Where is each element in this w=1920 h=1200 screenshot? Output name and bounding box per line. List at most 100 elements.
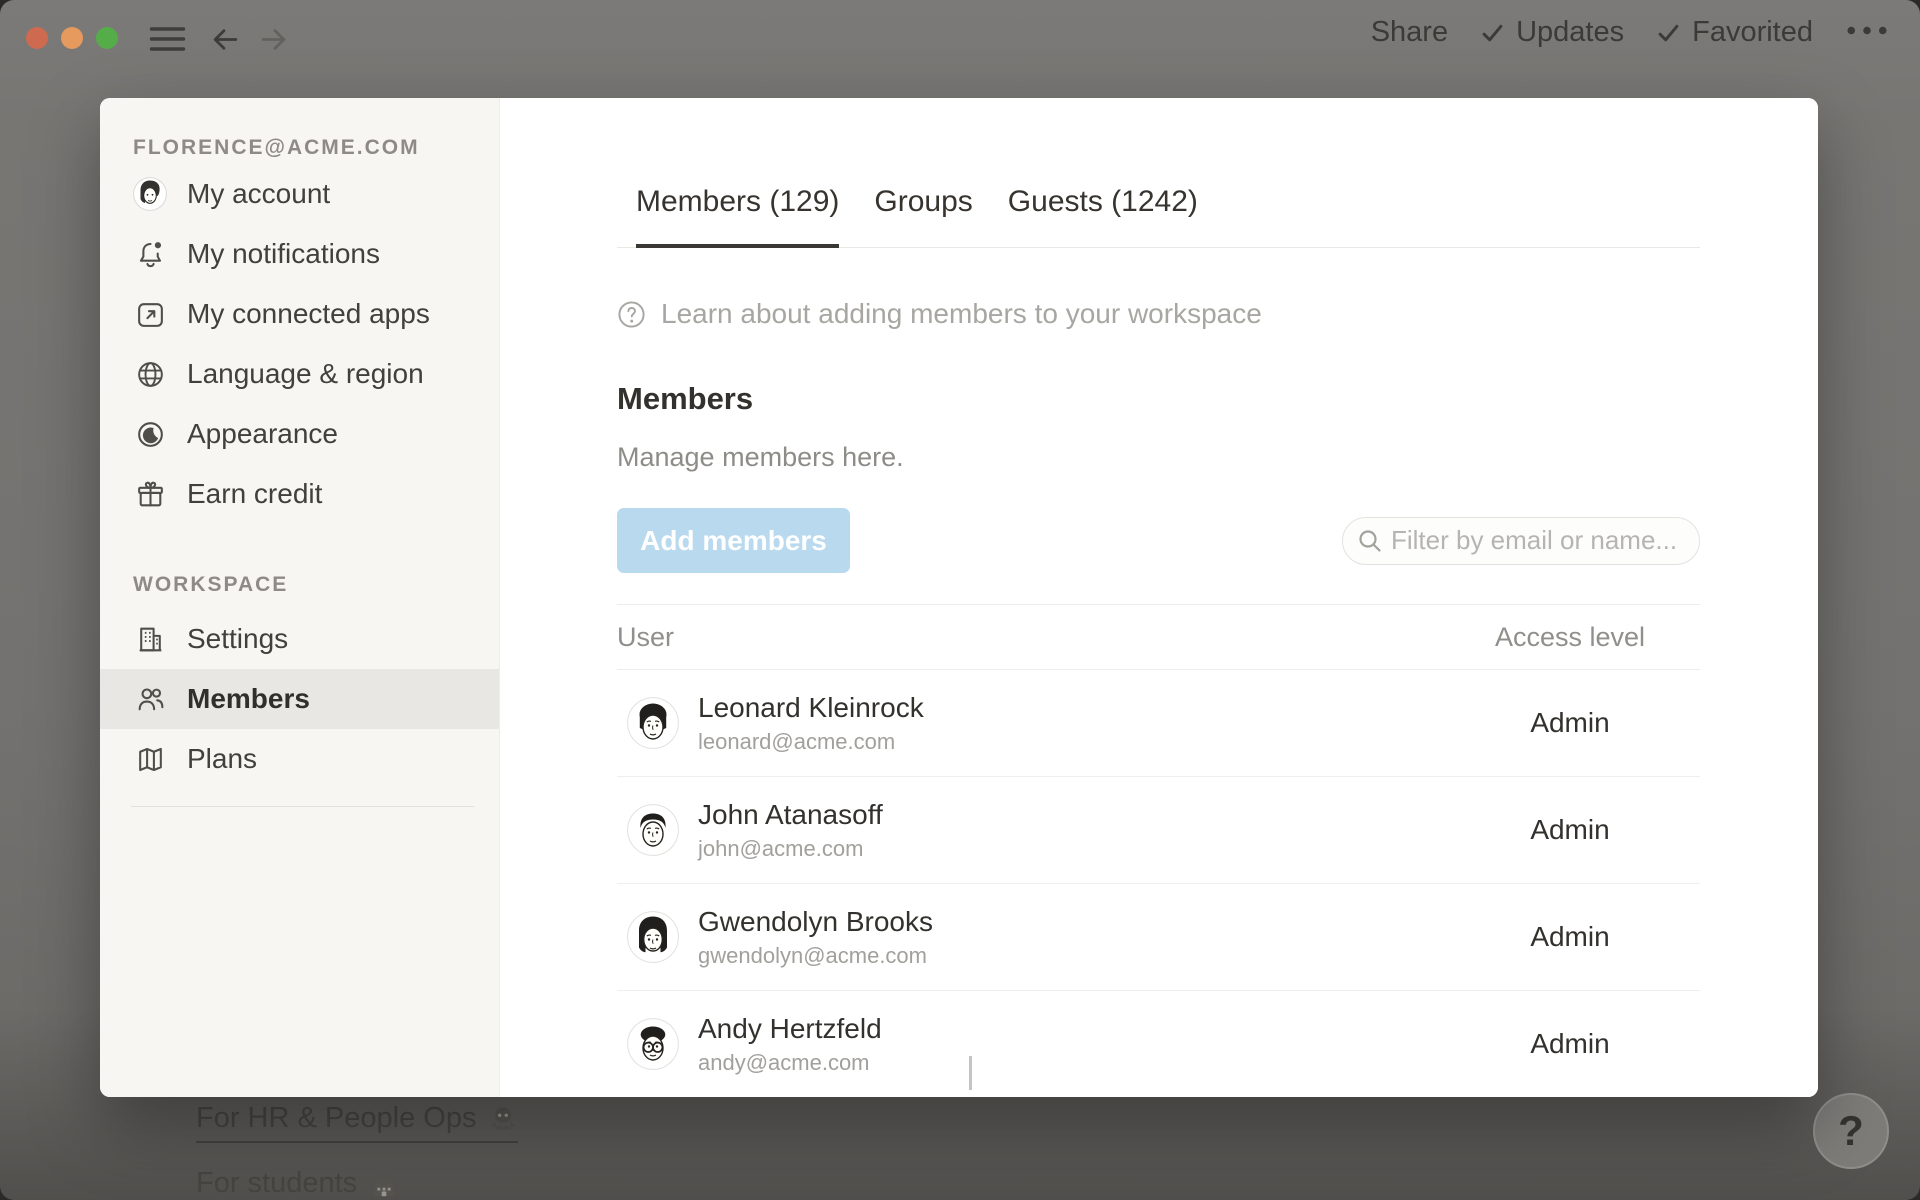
school-emoji — [369, 1169, 399, 1199]
sidebar-gap — [100, 524, 499, 569]
forward-arrow-icon — [258, 24, 289, 60]
check-icon — [1479, 19, 1506, 46]
map-icon — [133, 742, 167, 776]
table-row: Gwendolyn Brooks gwendolyn@acme.comAdmin — [617, 884, 1700, 991]
settings-sidebar: FLORENCE@ACME.COM My account My notificat… — [100, 98, 500, 1097]
question-mark-label: ? — [1838, 1107, 1864, 1155]
question-circle-icon — [617, 300, 646, 329]
learn-link-label: Learn about adding members to your works… — [661, 298, 1262, 330]
table-row: John Atanasoff john@acme.comAdmin — [617, 777, 1700, 884]
member-info: Leonard Kleinrock leonard@acme.com — [698, 692, 1440, 754]
sidebar-item-label: Appearance — [187, 418, 338, 450]
access-level-dropdown[interactable]: Admin — [1440, 921, 1700, 953]
sidebar-item-label: Plans — [187, 743, 257, 775]
sidebar-item-appearance[interactable]: Appearance — [100, 404, 499, 464]
member-name: Leonard Kleinrock — [698, 692, 1440, 723]
members-table: User Access level Leonard Kleinrockleona… — [617, 604, 1700, 1097]
sidebar-item-plans[interactable]: Plans — [100, 729, 499, 789]
section-title: Members — [617, 382, 1700, 416]
forward-button[interactable] — [258, 24, 289, 60]
close-button[interactable] — [26, 27, 48, 49]
actions-row: Add members — [617, 508, 1700, 573]
background-link-label: For students — [196, 1167, 357, 1200]
members-content: Members (129) Groups Guests (1242) Learn a… — [500, 98, 1818, 1097]
table-row: Andy Hertzfeld andy@acme.comAdmin — [617, 991, 1700, 1097]
back-arrow-icon — [210, 24, 241, 60]
sidebar-item-label: My notifications — [187, 238, 380, 270]
zoom-button[interactable] — [96, 27, 118, 49]
learn-link[interactable]: Learn about adding members to your works… — [617, 298, 1262, 330]
account-email-header: FLORENCE@ACME.COM — [100, 132, 499, 164]
toolbar-action-favorited[interactable]: Favorited — [1655, 16, 1813, 49]
member-avatar — [627, 804, 679, 856]
sidebar-item-settings[interactable]: Settings — [100, 609, 499, 669]
sidebar-divider — [131, 806, 474, 807]
sidebar-workspace-items: Settings Members Plans — [100, 609, 499, 789]
member-info: Andy Hertzfeld andy@acme.com — [698, 1013, 1440, 1075]
toolbar-actions: Share Updates Favorited — [1371, 0, 1890, 64]
member-email: john@acme.com — [698, 836, 1440, 861]
background-link-for-hr-people-ops: For HR & People Ops — [196, 1102, 518, 1143]
section-subtitle: Manage members here. — [617, 442, 1700, 472]
sidebar-item-members[interactable]: Members — [100, 669, 499, 729]
sidebar-toggle-button[interactable] — [149, 24, 186, 59]
member-name: Gwendolyn Brooks — [698, 906, 1440, 937]
sidebar-item-my-connected-apps[interactable]: My connected apps — [100, 284, 499, 344]
settings-modal: FLORENCE@ACME.COM My account My notificat… — [100, 98, 1818, 1097]
table-row: Leonard Kleinrock leonard@acme.comAdmin — [617, 670, 1700, 777]
background-links: For HR & People Ops For students — [196, 1102, 518, 1200]
avatar-florence — [133, 177, 167, 211]
filter-input[interactable] — [1342, 517, 1700, 565]
member-email: andy@acme.com — [698, 1050, 1440, 1075]
member-avatar — [627, 911, 679, 963]
tab-members-129[interactable]: Members (129) — [636, 185, 839, 247]
toolbar-action-updates[interactable]: Updates — [1479, 16, 1624, 49]
tab-guests-1242[interactable]: Guests (1242) — [1008, 185, 1198, 247]
moon-icon — [133, 417, 167, 451]
filter-container — [1342, 517, 1700, 565]
sidebar-item-label: My account — [187, 178, 330, 210]
help-button[interactable]: ? — [1813, 1093, 1889, 1169]
sidebar-item-my-account[interactable]: My account — [100, 164, 499, 224]
member-email: gwendolyn@acme.com — [698, 943, 1440, 968]
column-header-user: User — [617, 622, 1440, 653]
hamburger-icon — [149, 24, 186, 59]
external-link-icon — [133, 297, 167, 331]
building-icon — [133, 622, 167, 656]
member-name: Andy Hertzfeld — [698, 1013, 1440, 1044]
globe-icon — [133, 357, 167, 391]
sidebar-item-label: Earn credit — [187, 478, 322, 510]
minimize-button[interactable] — [61, 27, 83, 49]
toolbar-action-label: Share — [1371, 16, 1448, 49]
sidebar-item-language-region[interactable]: Language & region — [100, 344, 499, 404]
background-link-label: For HR & People Ops — [196, 1102, 476, 1135]
members-table-body: Leonard Kleinrockleonard@acme.comAdminJo… — [617, 670, 1700, 1097]
add-members-button[interactable]: Add members — [617, 508, 850, 573]
workspace-header: WORKSPACE — [100, 569, 499, 601]
member-info: Gwendolyn Brooks gwendolyn@acme.com — [698, 906, 1440, 968]
tab-groups[interactable]: Groups — [874, 185, 972, 247]
access-level-dropdown[interactable]: Admin — [1440, 707, 1700, 739]
access-level-dropdown[interactable]: Admin — [1440, 814, 1700, 846]
background-link-for-students: For students — [196, 1167, 399, 1200]
sidebar-item-earn-credit[interactable]: Earn credit — [100, 464, 499, 524]
sidebar-item-my-notifications[interactable]: My notifications — [100, 224, 499, 284]
sidebar-account-items: My account My notifications My connected a… — [100, 164, 499, 524]
screen: Share Updates Favorited For HR & People Op… — [0, 0, 1920, 1200]
access-level-dropdown[interactable]: Admin — [1440, 1028, 1700, 1060]
toolbar-action-label: Updates — [1516, 16, 1624, 49]
people-icon — [133, 682, 167, 716]
member-info: John Atanasoff john@acme.com — [698, 799, 1440, 861]
member-email: leonard@acme.com — [698, 729, 1440, 754]
sidebar-item-label: Settings — [187, 623, 288, 655]
search-icon — [1356, 527, 1384, 555]
gift-icon — [133, 477, 167, 511]
member-avatar — [627, 697, 679, 749]
back-button[interactable] — [210, 24, 241, 60]
traffic-lights — [26, 27, 118, 49]
sidebar-item-label: My connected apps — [187, 298, 430, 330]
member-name: John Atanasoff — [698, 799, 1440, 830]
more-options-button[interactable] — [1844, 17, 1890, 47]
check-icon — [1655, 19, 1682, 46]
toolbar-action-share[interactable]: Share — [1371, 16, 1448, 49]
